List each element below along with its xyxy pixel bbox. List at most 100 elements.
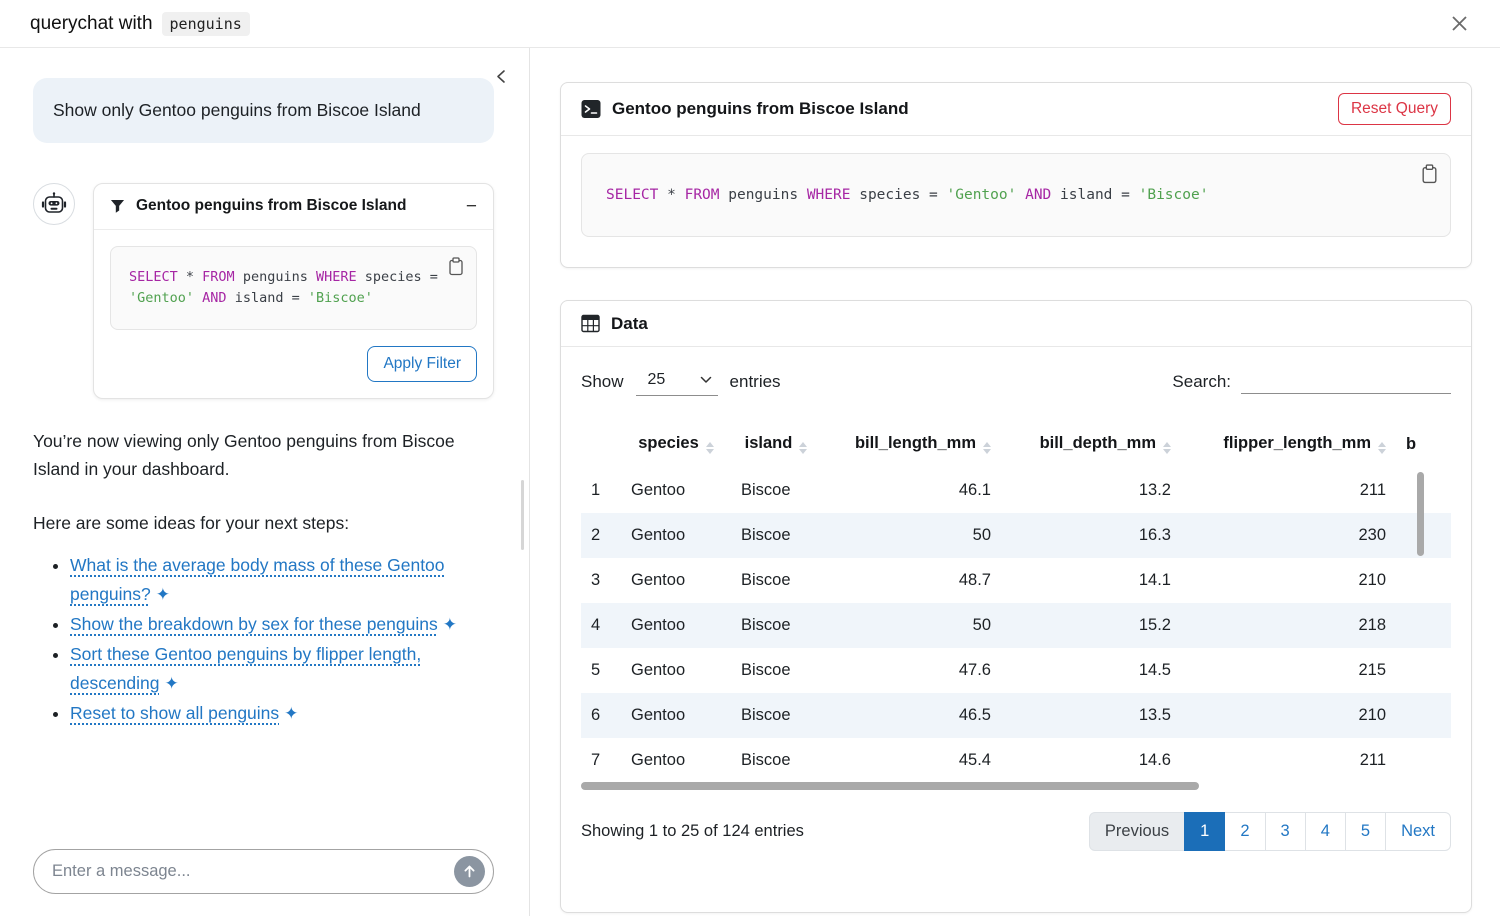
sql-token: FROM (202, 269, 235, 285)
suggestion-link-4[interactable]: Reset to show all penguins (70, 703, 279, 723)
pagination-item: 3 (1266, 812, 1306, 851)
clipboard-icon (1421, 164, 1438, 184)
sql-code: SELECT * FROM penguins WHERE species = '… (582, 154, 1450, 236)
sparkle-icon: ✦ (156, 581, 170, 609)
sort-down-arrow (706, 449, 714, 454)
page-size-value: 25 (648, 371, 666, 389)
table-info: Showing 1 to 25 of 124 entries (581, 822, 804, 841)
sql-code: SELECT * FROM penguins WHERE species = '… (111, 247, 476, 329)
filter-card-header: Gentoo penguins from Biscoe Island − (94, 184, 493, 230)
sparkle-icon: ✦ (165, 670, 179, 698)
pagination-page-2[interactable]: 2 (1224, 812, 1265, 851)
sort-down-arrow (1163, 449, 1171, 454)
chevron-left-icon (494, 68, 509, 85)
column-header-island[interactable]: island (731, 424, 821, 468)
cell-rownum: 6 (581, 693, 621, 738)
suggestion-link-2[interactable]: Show the breakdown by sex for these peng… (70, 614, 438, 634)
cell-b (1396, 603, 1451, 648)
query-card-header: Gentoo penguins from Biscoe Island Reset… (561, 83, 1471, 136)
send-button[interactable] (454, 856, 485, 887)
column-header-bill_depth_mm[interactable]: bill_depth_mm (1001, 424, 1181, 468)
column-header-bill_length_mm[interactable]: bill_length_mm (821, 424, 1001, 468)
column-header-b[interactable]: b (1396, 424, 1451, 468)
sidebar-collapse-button[interactable] (490, 64, 513, 89)
terminal-icon (581, 99, 601, 119)
sql-code-block-main: SELECT * FROM penguins WHERE species = '… (581, 153, 1451, 237)
filter-card-footer: Apply Filter (94, 346, 493, 398)
suggestion-item: What is the average body mass of these G… (70, 551, 494, 609)
arrow-up-icon (462, 864, 477, 879)
sql-token (194, 290, 202, 306)
filter-card-title: Gentoo penguins from Biscoe Island (136, 197, 406, 215)
copy-button[interactable] (1419, 162, 1440, 186)
suggestion-item: Sort these Gentoo penguins by flipper le… (70, 640, 494, 698)
sort-up-arrow (706, 442, 714, 447)
vertical-scrollbar-thumb[interactable] (1417, 472, 1424, 556)
pagination-page-3[interactable]: 3 (1265, 812, 1306, 851)
pagination-page-1[interactable]: 1 (1184, 812, 1225, 851)
user-message-bubble: Show only Gentoo penguins from Biscoe Is… (33, 78, 494, 143)
cell-flipper-length: 230 (1181, 513, 1396, 558)
pagination-page-4[interactable]: 4 (1305, 812, 1346, 851)
table-row: 7GentooBiscoe45.414.6211 (581, 738, 1451, 783)
copy-button[interactable] (446, 255, 466, 278)
page-title: querychat with penguins (30, 12, 250, 36)
cell-species: Gentoo (621, 738, 731, 783)
sort-icon (1163, 442, 1171, 454)
bot-message-text: You’re now viewing only Gentoo penguins … (33, 427, 494, 483)
cell-flipper-length: 215 (1181, 648, 1396, 693)
table-controls: Show 25 entries Search: (581, 367, 1451, 396)
sql-token: AND (1025, 187, 1051, 203)
sql-token: WHERE (807, 187, 851, 203)
filter-suggestion-card: Gentoo penguins from Biscoe Island − (93, 183, 494, 399)
sidebar-scrollbar-thumb[interactable] (521, 480, 524, 550)
table-header-row: speciesislandbill_length_mmbill_depth_mm… (581, 424, 1451, 468)
search-input[interactable] (1241, 369, 1451, 394)
suggestion-link-3[interactable]: Sort these Gentoo penguins by flipper le… (70, 644, 421, 693)
cell-species: Gentoo (621, 558, 731, 603)
sort-up-arrow (799, 442, 807, 447)
data-card-header: Data (561, 301, 1471, 347)
message-input[interactable] (52, 862, 454, 881)
cell-island: Biscoe (731, 603, 821, 648)
sql-token: island = (227, 290, 308, 306)
cell-bill-depth: 13.2 (1001, 468, 1181, 513)
cell-island: Biscoe (731, 738, 821, 783)
suggestion-link-1[interactable]: What is the average body mass of these G… (70, 555, 445, 604)
reset-query-button[interactable]: Reset Query (1338, 93, 1451, 125)
sort-icon (706, 442, 714, 454)
cell-b (1396, 558, 1451, 603)
suggestion-item: Reset to show all penguins✦ (70, 699, 494, 728)
horizontal-scrollbar-thumb[interactable] (581, 782, 1199, 790)
cell-b (1396, 738, 1451, 783)
filter-card-collapse-button[interactable]: − (466, 197, 477, 216)
cell-bill-depth: 15.2 (1001, 603, 1181, 648)
cell-rownum: 3 (581, 558, 621, 603)
table-row: 4GentooBiscoe5015.2218 (581, 603, 1451, 648)
pagination-previous[interactable]: Previous (1089, 812, 1185, 851)
chat-input-bar (33, 849, 494, 894)
pagination-item: 4 (1306, 812, 1346, 851)
cell-species: Gentoo (621, 648, 731, 693)
sql-token: AND (202, 290, 226, 306)
data-table: speciesislandbill_length_mmbill_depth_mm… (581, 424, 1451, 783)
apply-filter-button[interactable]: Apply Filter (367, 346, 477, 382)
sort-icon (983, 442, 991, 454)
close-button[interactable] (1445, 9, 1474, 38)
sparkle-icon: ✦ (443, 611, 457, 639)
chevron-down-icon (700, 376, 712, 384)
pagination-page-5[interactable]: 5 (1345, 812, 1386, 851)
data-card: Data Show 25 entries (560, 300, 1472, 913)
sql-token: penguins (235, 269, 316, 285)
pagination-next[interactable]: Next (1385, 812, 1451, 851)
cell-island: Biscoe (731, 648, 821, 693)
page-size-select[interactable]: 25 (636, 367, 718, 396)
suggestion-item: Show the breakdown by sex for these peng… (70, 610, 494, 639)
column-header-flipper_length_mm[interactable]: flipper_length_mm (1181, 424, 1396, 468)
chat-messages: Show only Gentoo penguins from Biscoe Is… (0, 48, 529, 728)
content-area: Show only Gentoo penguins from Biscoe Is… (0, 48, 1500, 916)
chat-sidebar: Show only Gentoo penguins from Biscoe Is… (0, 48, 530, 916)
query-card: Gentoo penguins from Biscoe Island Reset… (560, 82, 1472, 268)
column-header-species[interactable]: species (621, 424, 731, 468)
sql-token: SELECT (129, 269, 178, 285)
